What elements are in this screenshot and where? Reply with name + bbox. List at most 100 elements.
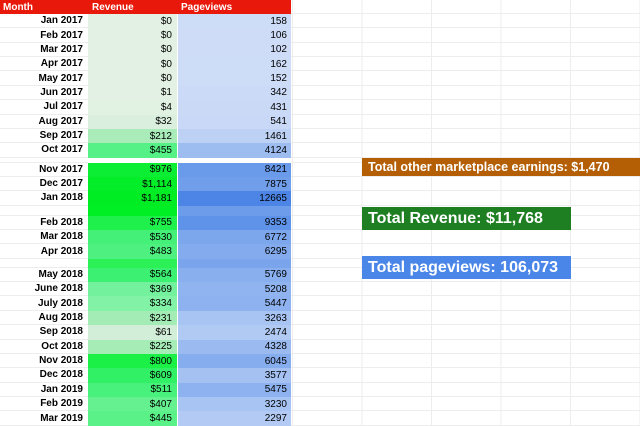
month-cell[interactable]: Apr 2018 — [0, 244, 88, 259]
callout-total-revenue[interactable]: Total Revenue: $11,768 — [362, 207, 571, 230]
empty-cell[interactable] — [291, 397, 640, 412]
revenue-cell[interactable]: $231 — [88, 310, 177, 326]
callout-total-pageviews[interactable]: Total pageviews: 106,073 — [362, 256, 571, 279]
month-cell[interactable]: Jan 2017 — [0, 14, 88, 29]
pageviews-cell[interactable]: 342 — [178, 85, 291, 101]
empty-cell[interactable] — [291, 325, 640, 340]
month-cell[interactable] — [0, 206, 88, 216]
pageviews-cell[interactable]: 102 — [178, 42, 291, 58]
pageviews-cell[interactable]: 6045 — [178, 353, 291, 369]
revenue-cell[interactable]: $61 — [88, 325, 177, 340]
revenue-cell[interactable]: $511 — [88, 382, 177, 397]
revenue-cell[interactable]: $4 — [88, 100, 177, 115]
empty-cell[interactable] — [291, 100, 640, 115]
empty-cell[interactable] — [291, 383, 640, 397]
pageviews-cell[interactable]: 6295 — [178, 244, 291, 259]
pageviews-cell[interactable]: 5769 — [178, 267, 291, 283]
revenue-cell[interactable]: $1,114 — [88, 176, 177, 192]
pageviews-cell[interactable]: 106 — [178, 28, 291, 43]
month-cell[interactable]: Jan 2018 — [0, 191, 88, 206]
month-cell[interactable]: Mar 2018 — [0, 230, 88, 245]
pageviews-cell[interactable]: 3577 — [178, 368, 291, 383]
month-cell[interactable] — [0, 259, 88, 268]
empty-cell[interactable] — [291, 43, 640, 58]
empty-cell[interactable] — [291, 354, 640, 369]
pageviews-cell[interactable]: 4124 — [178, 143, 291, 158]
pageviews-cell[interactable]: 431 — [178, 100, 291, 115]
pageviews-cell[interactable]: 1461 — [178, 128, 291, 144]
revenue-cell[interactable]: $407 — [88, 396, 177, 412]
pageviews-cell[interactable]: 8421 — [178, 162, 291, 177]
pageviews-cell[interactable]: 162 — [178, 57, 291, 72]
empty-cell[interactable] — [291, 296, 640, 311]
pageviews-cell[interactable] — [178, 205, 291, 216]
month-cell[interactable]: Sep 2017 — [0, 129, 88, 144]
empty-cell[interactable] — [291, 57, 640, 72]
header-revenue[interactable]: Revenue — [88, 0, 178, 14]
revenue-cell[interactable]: $445 — [88, 411, 177, 426]
pageviews-cell[interactable]: 6772 — [178, 230, 291, 245]
revenue-cell[interactable]: $564 — [88, 267, 177, 283]
empty-cell[interactable] — [291, 143, 640, 158]
month-cell[interactable]: Aug 2017 — [0, 115, 88, 129]
revenue-cell[interactable]: $0 — [88, 28, 177, 43]
revenue-cell[interactable]: $212 — [88, 128, 177, 144]
revenue-cell[interactable]: $800 — [88, 353, 177, 369]
month-cell[interactable]: May 2018 — [0, 268, 88, 283]
revenue-cell[interactable]: $0 — [88, 42, 177, 58]
pageviews-cell[interactable]: 5475 — [178, 382, 291, 397]
empty-cell[interactable] — [291, 340, 640, 354]
revenue-cell[interactable]: $455 — [88, 143, 177, 158]
month-cell[interactable]: Feb 2017 — [0, 28, 88, 43]
revenue-cell[interactable]: $369 — [88, 282, 177, 297]
empty-cell[interactable] — [291, 115, 640, 129]
month-cell[interactable]: Dec 2018 — [0, 368, 88, 383]
revenue-cell[interactable]: $225 — [88, 339, 177, 354]
revenue-cell[interactable]: $32 — [88, 114, 177, 129]
pageviews-cell[interactable]: 541 — [178, 114, 291, 129]
month-cell[interactable]: Aug 2018 — [0, 311, 88, 326]
empty-cell[interactable] — [291, 282, 640, 297]
pageviews-cell[interactable]: 2474 — [178, 325, 291, 340]
revenue-cell[interactable]: $609 — [88, 368, 177, 383]
revenue-cell[interactable] — [88, 258, 177, 268]
empty-cell[interactable] — [291, 28, 640, 43]
revenue-cell[interactable]: $483 — [88, 244, 177, 259]
revenue-cell[interactable] — [88, 205, 177, 216]
pageviews-cell[interactable]: 3263 — [178, 310, 291, 326]
empty-cell[interactable] — [291, 411, 640, 426]
pageviews-cell[interactable]: 152 — [178, 71, 291, 86]
empty-cell[interactable] — [291, 368, 640, 383]
revenue-cell[interactable]: $334 — [88, 296, 177, 311]
month-cell[interactable]: Oct 2018 — [0, 340, 88, 354]
month-cell[interactable]: Feb 2019 — [0, 397, 88, 412]
header-month[interactable]: Month — [0, 0, 88, 14]
header-pageviews[interactable]: Pageviews — [178, 0, 291, 14]
pageviews-cell[interactable]: 2297 — [178, 411, 291, 426]
empty-cell[interactable] — [291, 71, 640, 86]
revenue-cell[interactable]: $0 — [88, 57, 177, 72]
month-cell[interactable]: Mar 2019 — [0, 411, 88, 426]
month-cell[interactable]: July 2018 — [0, 296, 88, 311]
empty-cell[interactable] — [291, 177, 640, 192]
empty-cell[interactable] — [291, 86, 640, 101]
month-cell[interactable]: June 2018 — [0, 282, 88, 297]
revenue-cell[interactable]: $1,181 — [88, 191, 177, 206]
pageviews-cell[interactable]: 9353 — [178, 215, 291, 231]
pageviews-cell[interactable] — [178, 258, 291, 268]
revenue-cell[interactable]: $0 — [88, 14, 177, 29]
month-cell[interactable]: May 2017 — [0, 71, 88, 86]
month-cell[interactable]: Oct 2017 — [0, 143, 88, 158]
empty-cell[interactable] — [291, 191, 640, 206]
month-cell[interactable]: Mar 2017 — [0, 43, 88, 58]
pageviews-cell[interactable]: 3230 — [178, 396, 291, 412]
pageviews-cell[interactable]: 7875 — [178, 176, 291, 192]
revenue-cell[interactable]: $976 — [88, 162, 177, 177]
month-cell[interactable]: Jun 2017 — [0, 86, 88, 101]
month-cell[interactable]: Sep 2018 — [0, 325, 88, 340]
month-cell[interactable]: Jul 2017 — [0, 100, 88, 115]
pageviews-cell[interactable]: 5208 — [178, 282, 291, 297]
pageviews-cell[interactable]: 158 — [178, 14, 291, 29]
revenue-cell[interactable]: $1 — [88, 85, 177, 101]
pageviews-cell[interactable]: 12665 — [178, 191, 291, 206]
